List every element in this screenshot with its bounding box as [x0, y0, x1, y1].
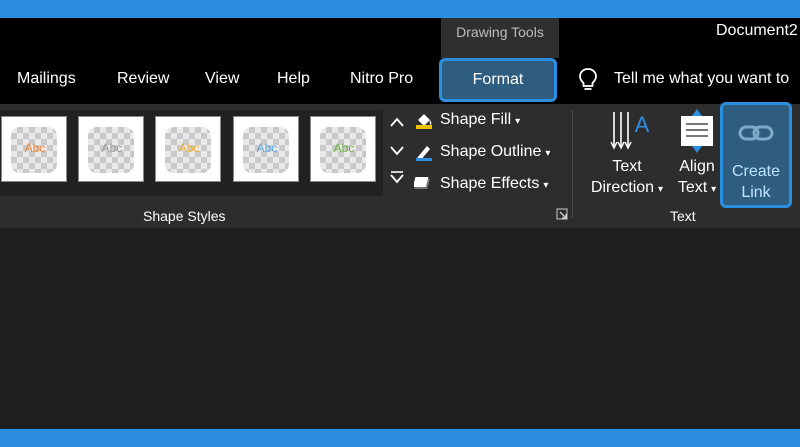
chevron-up-icon [390, 117, 404, 127]
thumbnail-text: Abc [256, 141, 278, 155]
caret-down-icon: ▾ [515, 116, 521, 128]
caret-down-icon: ▾ [711, 184, 717, 195]
tab-help[interactable]: Help [277, 70, 310, 88]
document-area [0, 228, 800, 429]
create-link-button[interactable]: Create Link [720, 102, 792, 208]
group-separator [572, 110, 573, 218]
shape-style-thumbnail[interactable]: Abc [1, 116, 67, 182]
align-text-icon [681, 109, 713, 153]
tell-me-search[interactable]: Tell me what you want to [614, 70, 789, 88]
caret-down-icon: ▾ [543, 180, 549, 192]
shape-style-thumbnail[interactable]: Abc [78, 116, 144, 182]
title-bar [0, 18, 800, 58]
gallery-scroll-up[interactable] [386, 110, 408, 136]
align-text-label-2-text: Text [677, 179, 708, 196]
window-frame-top [0, 0, 800, 18]
shape-fill-label: Shape Fill [440, 111, 512, 129]
shape-effects-icon [414, 177, 430, 189]
text-direction-icon: A [610, 112, 649, 150]
svg-text:A: A [635, 112, 649, 137]
document-title: Document2 [716, 22, 798, 39]
gallery-more-button[interactable] [386, 166, 408, 192]
shape-styles-group-label: Shape Styles [143, 208, 226, 224]
text-direction-label-2: Direction ▾ [584, 177, 670, 200]
thumbnail-text: Abc [24, 141, 46, 155]
tab-format[interactable]: Format [439, 58, 557, 102]
thumbnail-text: Abc [178, 141, 200, 155]
shape-effects-button[interactable]: Shape Effects ▾ [414, 175, 548, 193]
shape-outline-button[interactable]: Shape Outline ▾ [414, 143, 550, 161]
window-frame-bottom [0, 429, 800, 447]
caret-down-icon: ▾ [545, 148, 551, 160]
shape-fill-button[interactable]: Shape Fill ▾ [414, 111, 520, 129]
gallery-scroll-down[interactable] [386, 138, 408, 164]
link-icon [738, 125, 774, 141]
text-direction-label-1: Text [612, 158, 642, 175]
shape-style-thumbnail[interactable]: Abc [310, 116, 376, 182]
text-direction-label-2-text: Direction [590, 179, 655, 196]
shape-outline-label: Shape Outline [440, 143, 542, 161]
tab-mailings[interactable]: Mailings [17, 70, 76, 88]
shape-style-thumbnail[interactable]: Abc [155, 116, 221, 182]
caret-down-icon: ▾ [658, 184, 664, 195]
drawing-tools-label: Drawing Tools [456, 24, 544, 40]
tab-nitro-pro[interactable]: Nitro Pro [350, 70, 413, 88]
shape-style-thumbnail[interactable]: Abc [233, 116, 299, 182]
create-link-label-1: Create [731, 163, 781, 180]
align-text-label-2: Text ▾ [674, 177, 720, 200]
create-link-label-2: Link [741, 184, 771, 201]
pencil-icon [416, 146, 432, 161]
thumbnail-text: Abc [101, 141, 123, 155]
align-text-button[interactable]: Align Text ▾ [674, 108, 720, 200]
shape-effects-label: Shape Effects [440, 175, 540, 193]
thumbnail-text: Abc [333, 141, 355, 155]
paint-bucket-icon [416, 114, 432, 129]
text-group-label: Text [670, 208, 696, 224]
more-icon [390, 171, 404, 184]
chevron-down-icon [390, 146, 404, 156]
lightbulb-icon [579, 68, 597, 90]
tab-review[interactable]: Review [117, 70, 169, 88]
text-direction-button[interactable]: A Text Direction ▾ [584, 108, 670, 200]
dialog-launcher-icon[interactable] [556, 208, 568, 220]
tab-view[interactable]: View [205, 70, 239, 88]
align-text-label-1: Align [679, 158, 715, 175]
